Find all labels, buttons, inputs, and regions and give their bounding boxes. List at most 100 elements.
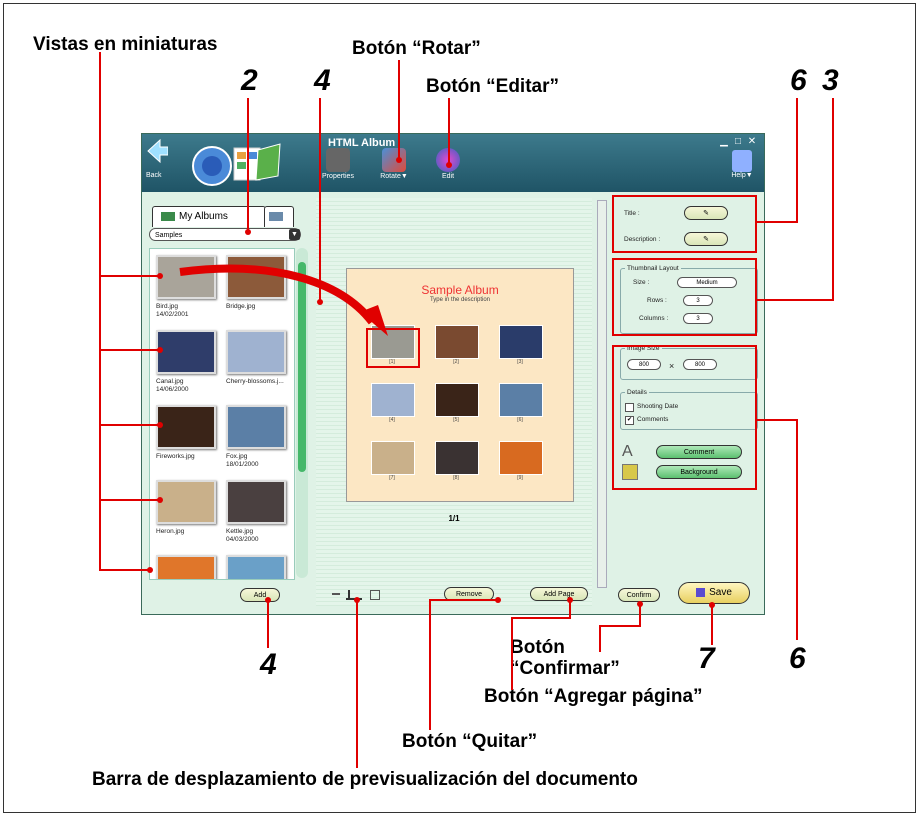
thumbnail-item[interactable]: Heron.jpg — [156, 480, 216, 536]
thumbnail-item[interactable] — [156, 555, 216, 579]
remove-button[interactable]: Remove — [444, 587, 494, 601]
properties-button[interactable]: Properties — [318, 148, 358, 192]
callout-confirm-line2: “Confirmar” — [510, 658, 620, 679]
number-4-top: 4 — [314, 64, 331, 97]
thumbnail-item[interactable]: Canal.jpg 14/06/2000 — [156, 330, 216, 394]
thumbnail-image — [156, 480, 216, 524]
thumbnail-item[interactable]: Fireworks.jpg — [156, 405, 216, 461]
number-3: 3 — [822, 64, 839, 97]
thumbnail-caption: Heron.jpg — [156, 528, 216, 536]
preview-caption: [5] — [453, 417, 459, 423]
album-icon — [161, 211, 175, 221]
preview-scrollbar[interactable] — [597, 200, 607, 588]
zoom-min-icon — [332, 593, 340, 595]
thumbnail-date: 14/02/2001 — [156, 311, 189, 318]
chevron-down-icon[interactable]: ▼ — [289, 229, 300, 240]
preview-caption: [2] — [453, 359, 459, 365]
thumbnail-filename: Bridge.jpg — [226, 303, 256, 310]
thumbnail-caption: Fox.jpg 18/01/2000 — [226, 453, 286, 469]
back-label: Back — [146, 172, 162, 179]
number-4-bottom: 4 — [260, 648, 277, 681]
rotate-label: Rotate▼ — [380, 173, 408, 180]
edit-icon — [436, 148, 460, 172]
close-icon[interactable]: ✕ — [746, 137, 758, 147]
thumbnail-caption: Bridge.jpg — [226, 303, 286, 311]
thumbnail-list: Bird.jpg 14/02/2001 Bridge.jpg Canal.jpg 14/… — [149, 248, 295, 580]
preview-title: Sample Album — [421, 283, 499, 297]
thumbnail-filename: Fox.jpg — [226, 453, 248, 460]
callout-add-page: Botón “Agregar página” — [484, 686, 703, 707]
thumbnail-item[interactable] — [226, 555, 286, 579]
minimize-icon[interactable]: ▁ — [718, 137, 730, 147]
thumbnail-date: 04/03/2000 — [226, 536, 259, 543]
zoom-max-icon — [370, 590, 380, 600]
zoom-scrollbar[interactable] — [318, 590, 380, 600]
thumbnail-date: 18/01/2000 — [226, 461, 259, 468]
callout-thumbnails: Vistas en miniaturas — [33, 34, 218, 55]
back-button[interactable]: Back — [146, 138, 172, 184]
number-2: 2 — [241, 64, 258, 97]
add-page-button[interactable]: Add Page — [530, 587, 588, 601]
save-button[interactable]: Save — [678, 582, 750, 604]
preview-thumbnail — [435, 383, 479, 417]
title-bar: Back HTML Album ▁ □ ✕ Properties Rotate▼ — [142, 134, 764, 192]
thumbnail-filename: Heron.jpg — [156, 528, 185, 535]
thumbnail-item[interactable]: Bird.jpg 14/02/2001 — [156, 255, 216, 319]
scrollbar-thumb[interactable] — [298, 262, 306, 472]
thumbnail-caption: Bird.jpg 14/02/2001 — [156, 303, 216, 319]
maximize-icon[interactable]: □ — [732, 137, 744, 147]
preview-caption: [7] — [389, 475, 395, 481]
callout-scrollbar: Barra de desplazamiento de previsualizac… — [92, 769, 638, 790]
help-button[interactable]: Help▼ — [728, 150, 756, 190]
save-icon — [696, 587, 706, 597]
page-number: 1/1 — [448, 514, 460, 523]
album-select[interactable]: Samples ▼ — [149, 228, 301, 241]
album-select-value: Samples — [155, 232, 183, 239]
thumbnail-filename: Cherry-blossoms.j... — [226, 378, 284, 385]
thumbnail-image — [156, 405, 216, 449]
thumbnail-item[interactable]: Cherry-blossoms.j... — [226, 330, 286, 386]
edit-label: Edit — [441, 173, 455, 180]
thumbnail-filename: Kettle.jpg — [226, 528, 254, 535]
preview-caption: [6] — [517, 417, 523, 423]
preview-thumbnail — [371, 383, 415, 417]
preview-caption: [9] — [517, 475, 523, 481]
thumbnail-panel: My Albums Samples ▼ Bird.jpg 14/02/2001 Br… — [144, 198, 312, 606]
highlight-dropped-photo — [366, 328, 420, 368]
properties-label: Properties — [322, 173, 354, 180]
thumbnail-item[interactable]: Bridge.jpg — [226, 255, 286, 311]
thumbnail-item[interactable]: Kettle.jpg 04/03/2000 — [226, 480, 286, 544]
zoom-slider-thumb[interactable] — [348, 590, 350, 598]
thumbnail-item[interactable]: Fox.jpg 18/01/2000 — [226, 405, 286, 469]
thumbnail-date: 14/06/2000 — [156, 386, 189, 393]
app-logo — [190, 142, 282, 188]
tab-my-albums-label: My Albums — [179, 211, 228, 222]
thumbnail-caption: Canal.jpg 14/06/2000 — [156, 378, 216, 394]
preview-thumbnail — [435, 441, 479, 475]
save-label: Save — [709, 587, 732, 598]
thumbnail-caption: Kettle.jpg 04/03/2000 — [226, 528, 286, 544]
thumbnail-image — [156, 330, 216, 374]
add-button[interactable]: Add — [240, 588, 280, 602]
preview-thumbnail — [371, 441, 415, 475]
preview-thumbnail — [499, 383, 543, 417]
thumbnail-image — [226, 330, 286, 374]
thumbnail-filename: Bird.jpg — [156, 303, 179, 310]
tab-other[interactable] — [264, 206, 294, 227]
rotate-button[interactable]: Rotate▼ — [374, 148, 414, 192]
confirm-button[interactable]: Confirm — [618, 588, 660, 602]
thumbnail-filename: Fireworks.jpg — [156, 453, 195, 460]
highlight-thumbnail-layout — [612, 258, 757, 336]
callout-confirm-line1: Botón — [510, 637, 565, 658]
preview-thumbnail — [499, 325, 543, 359]
back-arrow-icon — [147, 138, 169, 164]
thumbnail-scrollbar[interactable] — [296, 248, 308, 578]
help-icon — [732, 150, 752, 172]
tab-my-albums[interactable]: My Albums — [152, 206, 266, 227]
preview-thumbnail — [435, 325, 479, 359]
edit-button[interactable]: Edit — [428, 148, 468, 192]
number-7: 7 — [698, 642, 715, 675]
callout-edit: Botón “Editar” — [426, 76, 559, 97]
thumbnail-caption: Fireworks.jpg — [156, 453, 216, 461]
help-label: Help▼ — [731, 172, 753, 179]
